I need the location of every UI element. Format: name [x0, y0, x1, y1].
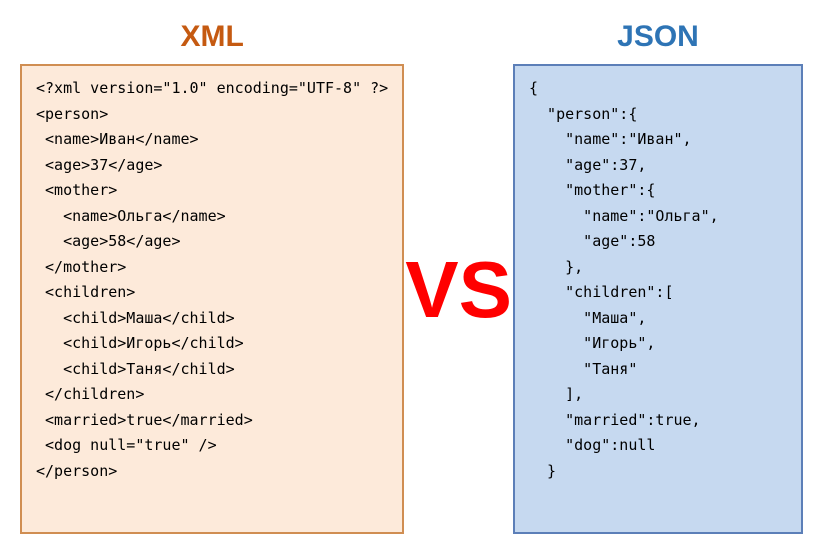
xml-column: XML <?xml version="1.0" encoding="UTF-8"… [20, 20, 404, 539]
json-heading: JSON [617, 20, 699, 54]
comparison-container: XML <?xml version="1.0" encoding="UTF-8"… [20, 20, 803, 539]
vs-label: VS [405, 250, 512, 330]
vs-column: VS [404, 20, 513, 539]
xml-code-box: <?xml version="1.0" encoding="UTF-8" ?> … [20, 64, 404, 534]
json-code-box: { "person":{ "name":"Иван", "age":37, "m… [513, 64, 803, 534]
json-column: JSON { "person":{ "name":"Иван", "age":3… [513, 20, 803, 539]
xml-heading: XML [180, 20, 243, 54]
